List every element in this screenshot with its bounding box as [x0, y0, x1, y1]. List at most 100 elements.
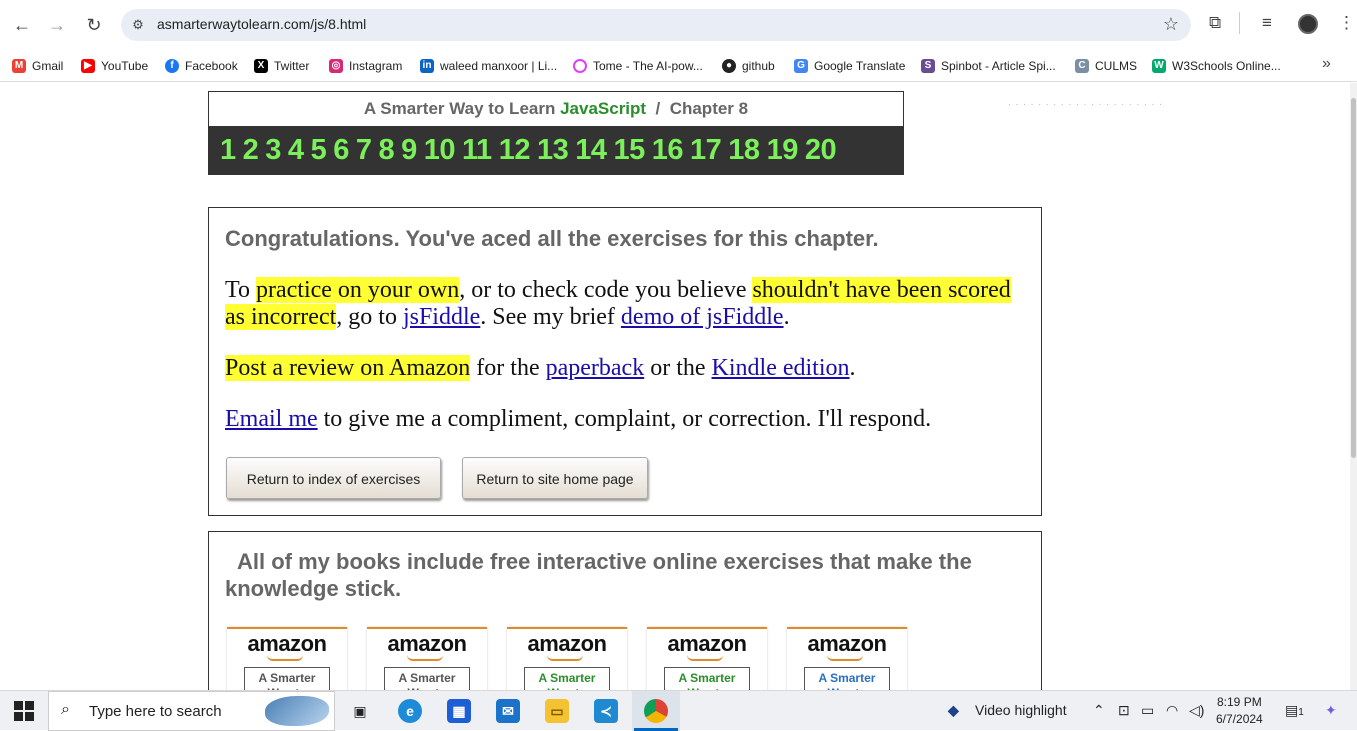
- chapter-link[interactable]: 18: [728, 134, 760, 167]
- toolbar-divider: [1239, 12, 1240, 34]
- vscode-icon[interactable]: ≺: [594, 699, 618, 723]
- title-chapter: / Chapter 8: [646, 99, 749, 118]
- return-index-button[interactable]: Return to index of exercises: [226, 457, 441, 499]
- back-icon[interactable]: ←: [9, 12, 35, 38]
- email-link[interactable]: Email me: [225, 406, 318, 432]
- bookmark-twitter[interactable]: X Twitter: [254, 55, 309, 77]
- chapter-link[interactable]: 17: [690, 134, 722, 167]
- copilot-icon[interactable]: ✦: [1325, 702, 1337, 719]
- scrollbar-thumb[interactable]: [1351, 98, 1356, 458]
- chapter-link[interactable]: 16: [652, 134, 684, 167]
- battery-icon[interactable]: ▭: [1141, 702, 1154, 719]
- whale-illustration: [265, 696, 329, 726]
- news-widget[interactable]: Video highlight: [975, 702, 1067, 718]
- clock[interactable]: 8:19 PM 6/7/2024: [1216, 694, 1263, 728]
- practice-paragraph: To practice on your own, or to check cod…: [225, 277, 1025, 331]
- profile-avatar[interactable]: [1298, 14, 1318, 34]
- book-item[interactable]: amazon A Smarter Way to: [787, 627, 907, 690]
- edge-icon[interactable]: e: [398, 699, 422, 723]
- book-item[interactable]: amazon A Smarter Way to: [227, 627, 347, 690]
- chapter-title: A Smarter Way to Learn JavaScript / Chap…: [209, 92, 903, 126]
- chapter-link[interactable]: 19: [767, 134, 799, 167]
- bookmark-github[interactable]: ● github: [722, 55, 775, 77]
- meet-icon[interactable]: ⊡: [1118, 702, 1130, 719]
- task-view-icon[interactable]: ▣: [348, 699, 372, 723]
- review-paragraph: Post a review on Amazon for the paperbac…: [225, 355, 1025, 382]
- chapter-link[interactable]: 8: [378, 134, 394, 167]
- bookmark-linkedin[interactable]: in waleed manxoor | Li...: [420, 55, 557, 77]
- bookmark-tome[interactable]: Tome - The AI-pow...: [573, 55, 703, 77]
- media-icon[interactable]: ≡: [1262, 13, 1272, 33]
- reload-icon[interactable]: ↻: [81, 12, 107, 38]
- chapter-link[interactable]: 9: [401, 134, 417, 167]
- book-item[interactable]: amazon A Smarter Way to: [647, 627, 767, 690]
- windows-start-icon[interactable]: [14, 701, 34, 721]
- jsfiddle-link[interactable]: jsFiddle: [403, 304, 480, 330]
- kindle-link[interactable]: Kindle edition: [712, 355, 850, 381]
- chevron-up-icon[interactable]: ⌃: [1093, 702, 1105, 719]
- book-cover: A Smarter Way to: [384, 667, 470, 690]
- url-text[interactable]: asmarterwaytolearn.com/js/8.html: [157, 16, 366, 32]
- chapter-link[interactable]: 13: [537, 134, 569, 167]
- chapter-link[interactable]: 6: [333, 134, 349, 167]
- store-icon[interactable]: ▦: [447, 699, 471, 723]
- bookmark-label: github: [742, 59, 775, 73]
- culms-icon: C: [1075, 59, 1089, 73]
- clock-time: 8:19 PM: [1217, 695, 1262, 709]
- chapter-link[interactable]: 10: [424, 134, 456, 167]
- return-home-button[interactable]: Return to site home page: [462, 457, 648, 499]
- bookmark-label: Instagram: [349, 59, 403, 73]
- taskbar-search[interactable]: ⌕ Type here to search: [48, 691, 335, 731]
- amazon-logo: amazon: [807, 631, 887, 656]
- address-bar[interactable]: ⚙ asmarterwaytolearn.com/js/8.html ☆: [121, 9, 1191, 41]
- x-icon: X: [254, 59, 268, 73]
- wifi-icon[interactable]: ◠: [1166, 702, 1178, 719]
- file-explorer-icon[interactable]: ▭: [545, 699, 569, 723]
- volume-icon[interactable]: ◁): [1189, 702, 1204, 719]
- star-icon[interactable]: ☆: [1163, 14, 1179, 35]
- chapter-link[interactable]: 12: [499, 134, 531, 167]
- bookmark-w3schools[interactable]: W W3Schools Online...: [1152, 55, 1281, 77]
- amazon-smile-icon: [547, 655, 583, 661]
- book-cover: A Smarter Way to: [524, 667, 610, 690]
- paperback-link[interactable]: paperback: [546, 355, 645, 381]
- bookmark-spinbot[interactable]: S Spinbot - Article Spi...: [921, 55, 1056, 77]
- chapter-link[interactable]: 5: [311, 134, 327, 167]
- w3schools-icon: W: [1152, 59, 1166, 73]
- bookmark-label: Gmail: [32, 59, 64, 73]
- chapter-link[interactable]: 3: [265, 134, 281, 167]
- email-paragraph: Email me to give me a compliment, compla…: [225, 406, 1025, 433]
- chapter-link[interactable]: 11: [462, 134, 492, 167]
- site-settings-icon[interactable]: ⚙: [129, 16, 147, 34]
- notification-count: 1: [1298, 707, 1304, 718]
- chapter-link[interactable]: 14: [575, 134, 607, 167]
- jsfiddle-demo-link[interactable]: demo of jsFiddle: [621, 304, 784, 330]
- forward-icon[interactable]: →: [44, 12, 70, 38]
- title-javascript: JavaScript: [560, 99, 647, 118]
- nba-icon[interactable]: ◆: [948, 702, 959, 719]
- chevron-double-right-icon[interactable]: »: [1322, 55, 1331, 73]
- bookmark-facebook[interactable]: f Facebook: [165, 55, 238, 77]
- chapter-link[interactable]: 1: [220, 134, 236, 167]
- chapter-link[interactable]: 7: [356, 134, 372, 167]
- bookmark-gmail[interactable]: M Gmail: [12, 55, 63, 77]
- title-prefix: A Smarter Way to Learn: [363, 99, 561, 118]
- page-scrollbar[interactable]: [1350, 83, 1357, 690]
- book-item[interactable]: amazon A Smarter Way to: [367, 627, 487, 690]
- chapter-link[interactable]: 4: [288, 134, 304, 167]
- bookmark-instagram[interactable]: ◎ Instagram: [329, 55, 402, 77]
- text: , or to check code you believe: [459, 277, 753, 303]
- chapter-link[interactable]: 15: [614, 134, 646, 167]
- chapter-link[interactable]: 20: [805, 134, 837, 167]
- menu-icon[interactable]: ⋮: [1338, 13, 1355, 33]
- bookmark-youtube[interactable]: ▶ YouTube: [81, 55, 148, 77]
- text: , go to: [336, 304, 403, 330]
- mail-icon[interactable]: ✉: [496, 699, 520, 723]
- extensions-icon[interactable]: ⧉: [1209, 13, 1221, 33]
- chapter-link[interactable]: 2: [243, 134, 259, 167]
- bookmark-google-translate[interactable]: G Google Translate: [794, 55, 905, 77]
- bookmark-culms[interactable]: C CULMS: [1075, 55, 1137, 77]
- chrome-icon[interactable]: [644, 699, 668, 723]
- book-item[interactable]: amazon A Smarter Way to: [507, 627, 627, 690]
- notification-icon[interactable]: ▤1: [1285, 702, 1304, 719]
